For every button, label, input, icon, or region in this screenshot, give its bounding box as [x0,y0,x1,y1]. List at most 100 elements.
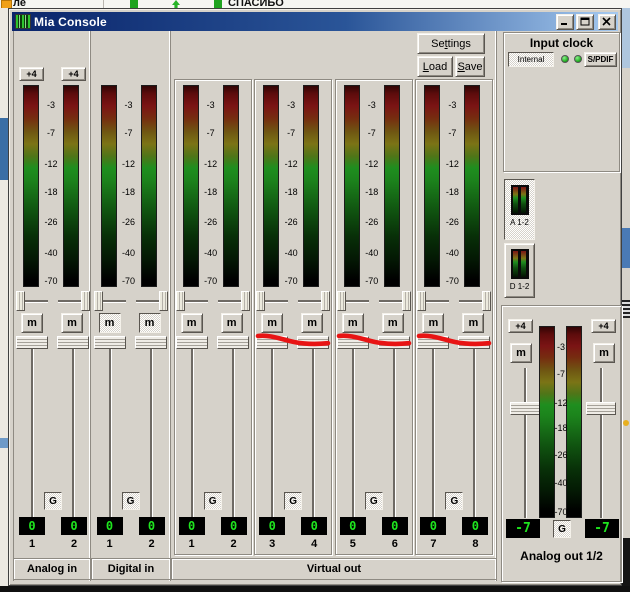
fader-handle[interactable] [458,336,491,349]
meter-scale: -3 -7 -12 -18 -26 -40 -70 [281,85,301,287]
section-label: Digital in [91,558,171,580]
pan-handle[interactable] [321,291,331,311]
close-icon [602,17,611,26]
mute-button[interactable]: m [21,313,43,333]
pan-handle[interactable] [93,291,103,311]
mute-button[interactable]: m [341,313,364,333]
pan-handle[interactable] [16,291,25,311]
mute-button[interactable]: m [138,313,161,333]
fader-handle[interactable] [377,336,410,349]
pan-handle[interactable] [240,291,250,311]
mute-button[interactable]: m [422,313,445,333]
pan-slider[interactable] [336,290,371,312]
mute-button[interactable]: m [180,313,203,333]
meter-scale: -3 -7 -12 -18 -26 -40 -70 [362,85,382,287]
scale-tick: -12 [554,397,568,408]
mute-button-out1[interactable]: m [510,343,532,363]
scale-tick: -70 [445,275,459,286]
pan-handle[interactable] [417,291,427,311]
client-area: Settings Load Save +4 +4 -3 -7 -12 -18 -… [12,31,622,584]
pan-slider[interactable] [377,290,411,312]
pan-row [175,290,251,312]
fader-handle[interactable] [16,336,48,349]
gang-button[interactable]: G [203,492,222,510]
plus4-button[interactable]: +4 [61,67,86,81]
fader-handle[interactable] [216,336,249,349]
fader-track [72,344,75,520]
gang-button[interactable]: G [121,492,140,510]
pan-handle[interactable] [482,291,492,311]
maximize-button[interactable] [576,13,594,30]
display-row: 0 0 [15,517,91,535]
clock-spdif-button[interactable]: S/PDIF [584,52,617,67]
fader-handle-out2[interactable] [586,402,616,415]
pan-slider[interactable] [296,290,331,312]
mute-row: m m [255,313,331,333]
close-button[interactable] [598,13,616,30]
fader-handle[interactable] [134,336,167,349]
analog-out-label: Analog out 1/2 [520,549,603,563]
gang-button[interactable]: G [284,492,303,510]
clock-internal-button[interactable]: Internal [508,52,554,67]
fader-handle[interactable] [93,336,126,349]
pan-slider[interactable] [93,290,128,312]
titlebar[interactable]: Mia Console [12,12,618,31]
scale-tick: -7 [556,369,565,379]
pan-slider[interactable] [175,290,210,312]
pan-slider[interactable] [457,290,492,312]
plus4-button[interactable]: +4 [19,67,44,81]
gang-button[interactable]: G [445,492,464,510]
meter-scale: -3 -7 -12 -18 -26 -40 -70 [442,85,462,287]
pan-slider[interactable] [134,290,168,312]
pan-handle[interactable] [256,291,266,311]
mute-button[interactable]: m [98,313,121,333]
fader-handle[interactable] [175,336,208,349]
fader-handle[interactable] [57,336,89,349]
fader-handle[interactable] [336,336,369,349]
plus4-button-out2[interactable]: +4 [591,319,616,333]
channel-pair: -3 -7 -12 -18 -26 -40 -70 m m [254,31,333,555]
section-virtual-out: -3 -7 -12 -18 -26 -40 -70 m m G 0 0 1 2 … [171,31,497,581]
level-meter [222,85,239,287]
mute-button[interactable]: m [261,313,284,333]
pan-handle[interactable] [158,291,168,311]
pan-slider[interactable] [16,290,50,312]
pan-handle[interactable] [175,291,185,311]
channel-number: 6 [391,538,398,550]
level-meter [23,85,39,287]
pan-handle[interactable] [401,291,411,311]
gang-button[interactable]: G [364,492,383,510]
scale-tick: -40 [445,247,459,258]
mute-button[interactable]: m [462,313,485,333]
fader-handle-out1[interactable] [510,402,540,415]
mute-button[interactable]: m [220,313,243,333]
mute-button-out2[interactable]: m [593,343,615,363]
monitor-a12-button[interactable]: A 1-2 [504,179,535,240]
channel-strips: +4 +4 -3 -7 -12 -18 -26 -40 -70 m m G 0 … [13,31,497,581]
app-icon [15,14,31,29]
minimize-button[interactable] [556,13,574,30]
fader-handle[interactable] [297,336,330,349]
pan-slider[interactable] [216,290,250,312]
mute-button[interactable]: m [61,313,83,333]
fader-handle[interactable] [417,336,450,349]
mute-row: m m [416,313,492,333]
pan-handle[interactable] [81,291,90,311]
scale-tick: -18 [445,187,459,198]
pan-slider[interactable] [417,290,451,312]
mute-button[interactable]: m [301,313,324,333]
fader-track [351,344,355,520]
plus4-button-out1[interactable]: +4 [508,319,533,333]
fader-handle[interactable] [256,336,289,349]
scale-tick: -40 [554,478,568,489]
monitor-a12-label: A 1-2 [510,218,529,227]
pan-handle[interactable] [336,291,346,311]
monitor-d12-button[interactable]: D 1-2 [504,243,535,298]
list-fragment [622,300,630,318]
pan-slider[interactable] [256,290,290,312]
gang-button-out[interactable]: G [553,520,571,538]
pan-slider[interactable] [56,290,90,312]
gang-button[interactable]: G [44,492,62,510]
section-label: Virtual out [171,558,497,580]
mute-button[interactable]: m [381,313,404,333]
